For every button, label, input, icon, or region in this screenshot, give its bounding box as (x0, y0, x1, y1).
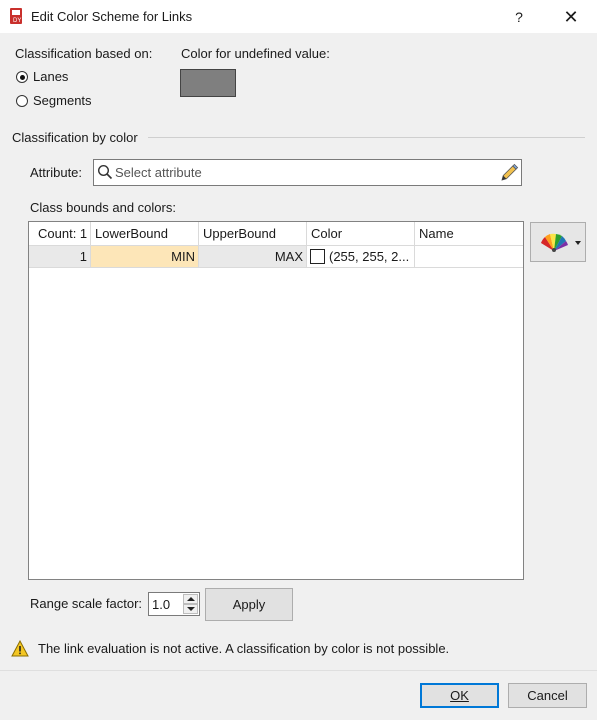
window-title: Edit Color Scheme for Links (31, 9, 193, 24)
title-bar: DY Edit Color Scheme for Links ? ✕ (0, 0, 597, 33)
pencil-icon[interactable] (499, 163, 519, 183)
close-button[interactable]: ✕ (560, 6, 582, 28)
range-scale-stepper[interactable]: 1.0 (148, 592, 200, 616)
cancel-button[interactable]: Cancel (508, 683, 587, 708)
stepper-up-button[interactable] (183, 594, 198, 604)
class-bounds-grid[interactable]: Count: 1 LowerBound UpperBound Color Nam… (28, 221, 524, 580)
name-cell[interactable] (415, 246, 523, 268)
chevron-down-icon (575, 241, 581, 245)
column-header-count[interactable]: Count: 1 (29, 222, 91, 246)
range-scale-value[interactable]: 1.0 (152, 597, 170, 612)
search-icon (97, 164, 113, 180)
attribute-field[interactable]: Select attribute (93, 159, 522, 186)
classification-by-color-label: Classification by color (12, 130, 138, 145)
undefined-color-swatch[interactable] (180, 69, 236, 97)
group-divider (148, 137, 585, 138)
color-value: (255, 255, 2... (329, 249, 410, 264)
help-button[interactable]: ? (508, 6, 530, 28)
range-scale-label: Range scale factor: (30, 596, 143, 611)
ok-button[interactable]: OK (420, 683, 499, 708)
chevron-down-icon (187, 607, 195, 611)
ok-button-label: OK (450, 688, 469, 703)
color-swatch (310, 249, 325, 264)
undefined-color-label: Color for undefined value: (181, 46, 330, 61)
svg-text:DY: DY (13, 18, 21, 24)
radio-lanes-label[interactable]: Lanes (33, 69, 68, 84)
column-header-lowerbound[interactable]: LowerBound (91, 222, 199, 246)
class-bounds-label: Class bounds and colors: (30, 200, 176, 215)
upperbound-cell[interactable]: MAX (199, 246, 307, 268)
radio-segments[interactable] (16, 95, 29, 108)
apply-button[interactable]: Apply (205, 588, 293, 621)
warning-icon (11, 639, 29, 657)
attribute-label: Attribute: (30, 165, 83, 180)
radio-segments-label[interactable]: Segments (33, 93, 92, 108)
attribute-placeholder: Select attribute (115, 165, 202, 180)
chevron-up-icon (187, 597, 195, 601)
column-header-color[interactable]: Color (307, 222, 415, 246)
cancel-button-label: Cancel (527, 688, 568, 703)
warning-message: The link evaluation is not active. A cla… (38, 641, 450, 656)
color-palette-button[interactable] (530, 222, 586, 262)
row-count-cell[interactable]: 1 (29, 246, 91, 268)
radio-lanes[interactable] (16, 71, 29, 84)
column-header-name[interactable]: Name (415, 222, 523, 246)
app-icon: DY (9, 8, 25, 24)
table-row[interactable]: 1 MIN MAX (255, 255, 2... (29, 246, 523, 268)
column-header-upperbound[interactable]: UpperBound (199, 222, 307, 246)
color-cell[interactable]: (255, 255, 2... (307, 246, 415, 268)
color-fan-icon (538, 231, 570, 253)
stepper-down-button[interactable] (183, 604, 198, 614)
lowerbound-cell[interactable]: MIN (91, 246, 199, 268)
classification-based-on-label: Classification based on: (15, 46, 153, 61)
